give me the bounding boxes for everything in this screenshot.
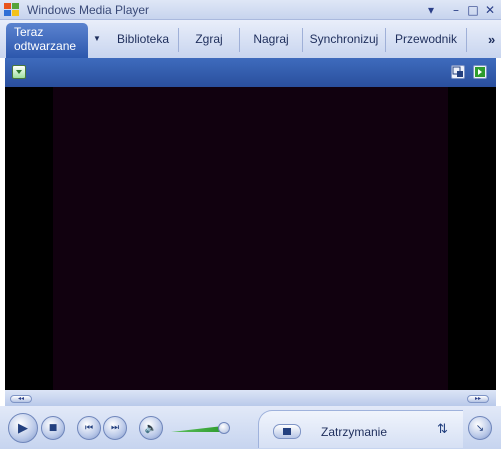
video-display[interactable] bbox=[5, 87, 496, 390]
stop-button[interactable]: ■ bbox=[41, 416, 65, 440]
tab-now-playing-label: Teraz bbox=[14, 25, 44, 39]
seek-right-handle[interactable]: ▸▸ bbox=[467, 395, 489, 403]
tab-guide[interactable]: Przewodnik bbox=[386, 20, 466, 58]
video-frame bbox=[53, 87, 448, 390]
tab-burn[interactable]: Nagraj bbox=[240, 20, 302, 58]
switch-to-skin-mode-button[interactable]: ↘ bbox=[468, 416, 492, 440]
tab-rip[interactable]: Zgraj bbox=[179, 20, 239, 58]
volume-slider-handle[interactable] bbox=[218, 422, 230, 434]
tab-now-playing-label-line2: odtwarzane bbox=[14, 39, 77, 53]
minimize-icon[interactable]: – bbox=[448, 2, 464, 18]
window-title: Windows Media Player bbox=[27, 3, 150, 17]
previous-button[interactable]: ⏮ bbox=[77, 416, 101, 440]
seek-left-handle[interactable]: ◂◂ bbox=[10, 395, 32, 403]
stop-indicator-icon bbox=[273, 424, 301, 439]
now-playing-menu-icon[interactable]: ▼ bbox=[93, 34, 101, 43]
compact-mode-icon[interactable] bbox=[451, 65, 465, 79]
mute-button[interactable]: 🔈 bbox=[139, 416, 163, 440]
chevron-down-icon[interactable]: ▾ bbox=[423, 2, 439, 18]
tab-now-playing[interactable]: Teraz odtwarzane bbox=[6, 23, 88, 58]
title-bar: Windows Media Player ▾ – □ ✕ bbox=[0, 0, 501, 20]
more-tabs-icon[interactable]: » bbox=[488, 32, 495, 47]
tab-library[interactable]: Biblioteka bbox=[108, 20, 178, 58]
tab-sync[interactable]: Synchronizuj bbox=[303, 20, 385, 58]
fullscreen-icon[interactable] bbox=[473, 65, 487, 79]
close-icon[interactable]: ✕ bbox=[482, 2, 498, 18]
volume-slider[interactable] bbox=[171, 426, 223, 432]
play-button[interactable]: ▶ bbox=[8, 413, 38, 443]
maximize-icon[interactable]: □ bbox=[465, 2, 481, 18]
tab-bar: Teraz odtwarzane ▼ Biblioteka Zgraj Nagr… bbox=[0, 20, 501, 58]
playback-controls: ▶ ■ ⏮ ⏭ 🔈 Zatrzymanie ⇅ ↘ bbox=[0, 406, 501, 449]
now-playing-toolbar bbox=[5, 58, 496, 87]
tab-divider bbox=[466, 28, 467, 52]
status-panel: Zatrzymanie ⇅ bbox=[258, 410, 463, 448]
windows-logo-icon bbox=[4, 3, 20, 17]
playlist-options-icon[interactable] bbox=[12, 65, 26, 79]
playback-status-text: Zatrzymanie bbox=[321, 425, 388, 439]
shuffle-icon[interactable]: ⇅ bbox=[437, 422, 453, 438]
next-button[interactable]: ⏭ bbox=[103, 416, 127, 440]
seek-bar[interactable]: ◂◂ ▸▸ bbox=[5, 390, 496, 406]
